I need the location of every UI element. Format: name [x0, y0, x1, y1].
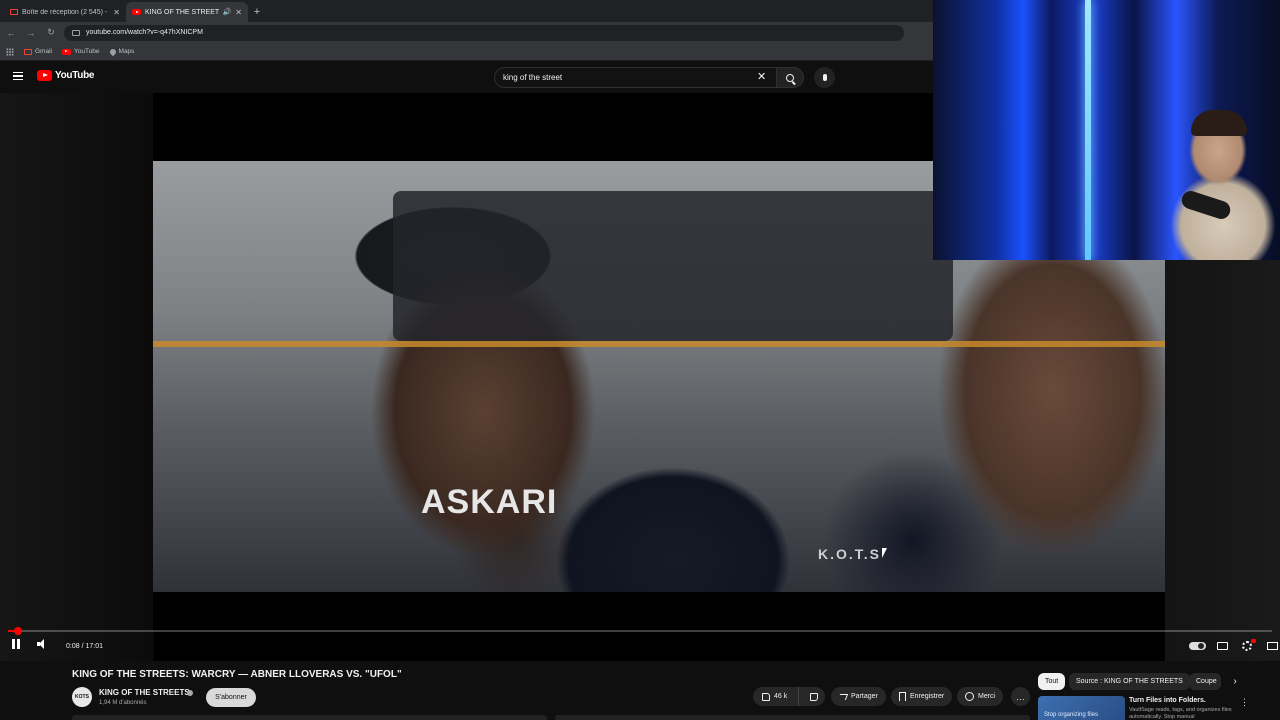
background-banner: [393, 191, 953, 341]
dislike-button[interactable]: [803, 692, 825, 701]
voice-search-button[interactable]: [814, 67, 835, 88]
save-button[interactable]: Enregistrer: [891, 687, 953, 706]
like-count: 46 k: [774, 693, 788, 700]
ad-thumbnail-text: Stop organizing files: [1044, 712, 1099, 718]
clear-search-icon[interactable]: ✕: [757, 70, 766, 83]
description-panel-edge-2: [555, 715, 1030, 720]
more-actions-button[interactable]: …: [1011, 687, 1030, 706]
chip-coupe[interactable]: Coupe: [1189, 673, 1221, 690]
ad-thumbnail[interactable]: Stop organizing files: [1038, 696, 1125, 720]
microphone-icon: [822, 74, 827, 81]
time-display: 0:08 / 17:01: [66, 642, 103, 650]
maps-pin-icon: [108, 47, 117, 56]
youtube-logo[interactable]: YouTube: [37, 70, 95, 81]
reload-icon[interactable]: ↻: [44, 26, 58, 40]
share-button[interactable]: Partager: [831, 687, 886, 706]
channel-avatar[interactable]: KOTS: [72, 687, 92, 707]
share-arrow-icon: [837, 693, 849, 700]
tab-gmail[interactable]: Boîte de réception (2 545) - pa ✕: [4, 2, 126, 22]
shirt-print-small: K.O.T.S: [818, 546, 882, 562]
autoplay-toggle-icon[interactable]: [1189, 642, 1206, 650]
back-arrow-icon[interactable]: ←: [4, 26, 18, 40]
url-text: youtube.com/watch?v=-q47hXNICPM: [86, 29, 203, 36]
screen: Boîte de réception (2 545) - pa ✕ KING O…: [0, 0, 1280, 720]
gmail-icon: [10, 9, 18, 15]
chevron-right-icon[interactable]: ›: [1228, 674, 1242, 688]
save-label: Enregistrer: [910, 693, 945, 700]
search-input[interactable]: king of the street: [494, 67, 776, 88]
speaker-icon[interactable]: 🔊: [223, 8, 232, 16]
tab-title: KING OF THE STREETS: WA: [145, 8, 219, 16]
streamer-microphone: [1179, 188, 1233, 222]
subscriber-count: 1,94 M d'abonnés: [99, 700, 147, 706]
thanks-button[interactable]: Merci: [957, 687, 1004, 706]
hd-badge: [1251, 639, 1256, 643]
ad-description: VaultSage reads, tags, and organizes fil…: [1129, 707, 1232, 720]
like-dislike-group: 46 k: [753, 687, 825, 706]
led-light-strip: [1085, 0, 1091, 260]
channel-name[interactable]: KING OF THE STREETS: [99, 688, 190, 697]
forward-arrow-icon[interactable]: →: [24, 26, 38, 40]
volume-icon[interactable]: [37, 639, 47, 649]
logo-text: YouTube: [55, 70, 95, 81]
gmail-icon: [24, 48, 32, 55]
scrubber-handle[interactable]: [14, 627, 23, 635]
like-button[interactable]: 46 k: [753, 687, 799, 706]
ad-more-icon[interactable]: ⋮: [1240, 697, 1249, 708]
bookmark-youtube[interactable]: YouTube: [61, 48, 100, 55]
bookmark-maps[interactable]: Maps: [108, 47, 135, 56]
close-icon[interactable]: ✕: [113, 8, 120, 17]
tab-title: Boîte de réception (2 545) - pa: [22, 8, 110, 16]
verified-icon: [187, 690, 193, 696]
description-panel-edge: [72, 715, 547, 720]
super-thanks-icon: [965, 692, 974, 701]
progress-bar[interactable]: [8, 627, 1272, 635]
new-tab-button[interactable]: +: [248, 2, 266, 22]
streamer-head: [1191, 110, 1247, 136]
chip-source[interactable]: Source : KING OF THE STREETS: [1069, 673, 1190, 690]
address-bar[interactable]: youtube.com/watch?v=-q47hXNICPM: [64, 24, 904, 41]
mouse-cursor-icon: [882, 548, 887, 558]
apps-grid-icon[interactable]: [6, 47, 14, 56]
youtube-icon: [132, 9, 141, 15]
subscribe-button[interactable]: S'abonner: [206, 688, 256, 707]
tab-youtube[interactable]: KING OF THE STREETS: WA 🔊 ✕: [126, 2, 248, 22]
search-icon: [786, 73, 794, 82]
bookmark-gmail[interactable]: Gmail: [24, 48, 52, 55]
thumbs-up-icon: [762, 692, 770, 701]
cage-rail: [153, 341, 1165, 347]
subtitles-icon[interactable]: [1217, 642, 1228, 650]
bookmark-icon: [899, 692, 906, 701]
video-title: KING OF THE STREETS: WARCRY — ABNER LLOV…: [72, 669, 402, 680]
close-icon[interactable]: ✕: [235, 8, 242, 17]
thumbs-down-icon: [809, 692, 818, 701]
thanks-label: Merci: [978, 693, 996, 700]
bookmark-label: YouTube: [73, 48, 100, 55]
ad-title[interactable]: Turn Files into Folders.: [1129, 697, 1206, 704]
bookmark-label: Gmail: [35, 48, 52, 55]
site-info-icon[interactable]: [72, 29, 80, 36]
share-label: Partager: [851, 693, 878, 700]
chip-all[interactable]: Tout: [1038, 673, 1066, 690]
video-info: KING OF THE STREETS: WARCRY — ABNER LLOV…: [0, 661, 1280, 720]
pause-icon[interactable]: [12, 639, 21, 649]
bookmark-label: Maps: [118, 48, 135, 55]
webcam-overlay: [933, 0, 1280, 260]
miniplayer-icon[interactable]: [1267, 642, 1278, 650]
search-button[interactable]: [776, 67, 804, 88]
youtube-icon: [61, 48, 71, 55]
youtube-play-icon: [37, 70, 52, 81]
shirt-print: ASKARI: [421, 483, 558, 521]
hamburger-menu-icon[interactable]: [13, 72, 23, 80]
